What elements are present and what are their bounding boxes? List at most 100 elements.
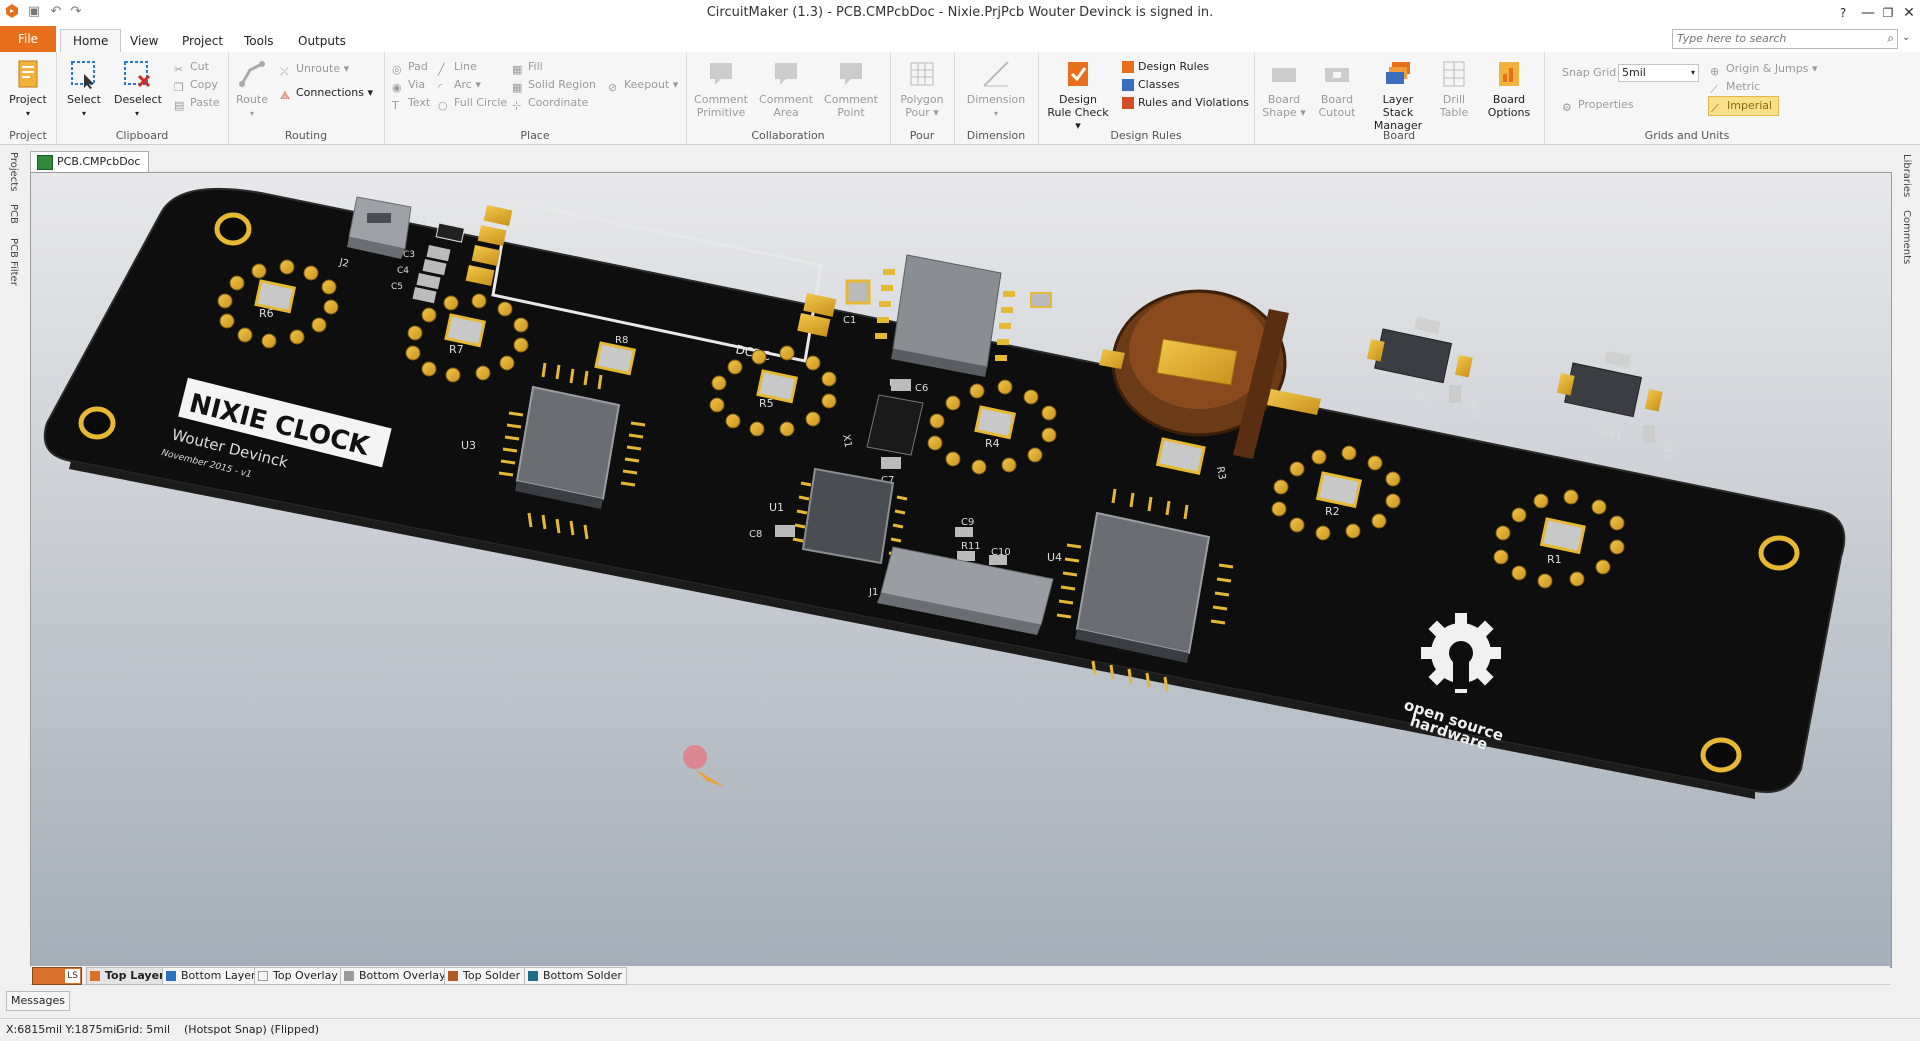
layer-tab-bottom-solder[interactable]: Bottom Solder — [524, 967, 627, 985]
resistor-r7[interactable] — [444, 313, 487, 348]
comment-area-icon — [770, 58, 802, 90]
layer-tab-bottom-overlay[interactable]: Bottom Overlay — [340, 967, 451, 985]
layer-tab-label: Bottom Solder — [543, 969, 622, 982]
capacitor-c7[interactable] — [881, 457, 901, 469]
close-button[interactable]: ✕ — [1898, 0, 1920, 26]
layer-tab-top-layer[interactable]: Top Layer — [86, 967, 170, 985]
group-design-rules: Design Rule Check ▾ Design Rules Classes… — [1038, 52, 1255, 144]
document-tab[interactable]: PCB.CMPcbDoc — [30, 151, 150, 172]
resistor-r12[interactable] — [1643, 425, 1655, 443]
tab-home[interactable]: Home — [60, 29, 122, 52]
board-shape-button[interactable]: Board Shape ▾ — [1260, 58, 1308, 119]
resistor-r11[interactable] — [957, 551, 975, 561]
paste-button[interactable]: ▤ Paste — [174, 94, 220, 112]
metric-button[interactable]: ⟋ Metric — [1710, 78, 1760, 96]
help-icon[interactable]: ? — [1828, 0, 1858, 26]
designator-r8: R8 — [615, 335, 628, 346]
comment-area-button[interactable]: Comment Area — [758, 58, 814, 119]
design-rules-button[interactable]: Design Rules — [1122, 58, 1209, 76]
tab-tools[interactable]: Tools — [232, 30, 286, 52]
status-coordinates: X:6815mil Y:1875mil — [6, 1023, 120, 1036]
via-button[interactable]: ◉ Via — [392, 76, 425, 94]
restore-button[interactable]: ❐ — [1878, 0, 1898, 26]
properties-button[interactable]: ⚙ Properties — [1562, 96, 1634, 114]
dimension-button[interactable]: Dimension ▾ — [964, 58, 1028, 120]
line-button[interactable]: ╱ Line — [438, 58, 477, 76]
pcb-3d-render[interactable]: J2 C2 C3 C4 C5 DCDC C1 — [31, 173, 1891, 967]
pcb-3d-viewport[interactable]: J2 C2 C3 C4 C5 DCDC C1 — [30, 172, 1892, 968]
layer-stack-icon — [1382, 58, 1414, 90]
search-input[interactable] — [1673, 30, 1877, 46]
current-layer-swatch[interactable]: LS — [32, 967, 82, 985]
polygon-pour-button[interactable]: Polygon Pour ▾ — [896, 58, 948, 119]
route-button[interactable]: Route ▾ — [232, 58, 272, 120]
origin-jumps-button[interactable]: ⊕ Origin & Jumps ▾ — [1710, 60, 1818, 78]
group-label-project: Project — [9, 129, 47, 142]
drill-table-button[interactable]: Drill Table — [1434, 58, 1474, 119]
board-options-button[interactable]: Board Options — [1480, 58, 1538, 119]
minimize-button[interactable]: — — [1858, 0, 1878, 26]
drc-label: Design Rule Check — [1047, 93, 1109, 119]
project-button[interactable]: Project ▾ — [4, 58, 52, 120]
copy-button[interactable]: ❐ Copy — [174, 76, 218, 94]
design-rule-check-button[interactable]: Design Rule Check ▾ — [1046, 58, 1110, 132]
comment-primitive-button[interactable]: Comment Primitive — [692, 58, 750, 119]
tab-outputs[interactable]: Outputs — [286, 30, 358, 52]
resistor-r8[interactable] — [594, 341, 637, 376]
classes-button[interactable]: Classes — [1122, 76, 1179, 94]
resistor-r13[interactable] — [1449, 385, 1461, 403]
resistor-r9[interactable] — [1030, 292, 1052, 308]
solid-region-button[interactable]: ▦ Solid Region — [512, 76, 596, 94]
layer-tab-bottom-layer[interactable]: Bottom Layer — [162, 967, 261, 985]
capacitor-c1[interactable] — [845, 279, 871, 305]
rules-icon — [1122, 61, 1134, 73]
resistor-r4[interactable] — [974, 405, 1017, 440]
capacitor-c9[interactable] — [955, 527, 973, 537]
capacitor-c8[interactable] — [775, 525, 795, 537]
designator-r5: R5 — [759, 397, 774, 410]
rules-violations-button[interactable]: Rules and Violations — [1122, 94, 1249, 112]
panel-tab-pcb[interactable]: PCB — [8, 204, 19, 224]
panel-tab-libraries[interactable]: Libraries — [1901, 154, 1912, 197]
keepout-button[interactable]: ⊘ Keepout ▾ — [608, 76, 678, 94]
panel-tab-projects[interactable]: Projects — [8, 152, 19, 191]
panel-tab-comments[interactable]: Comments — [1901, 210, 1912, 264]
fill-button[interactable]: ▦ Fill — [512, 58, 543, 76]
comment-point-button[interactable]: Comment Point — [822, 58, 880, 119]
pad-button[interactable]: ◎ Pad — [392, 58, 428, 76]
layer-tab-top-overlay[interactable]: Top Overlay — [254, 967, 343, 985]
unroute-button[interactable]: ⤫ Unroute ▾ — [280, 60, 349, 78]
connections-button[interactable]: ⟁ Connections ▾ — [280, 84, 373, 102]
designator-u4: U4 — [1047, 551, 1062, 564]
designator-c1: C1 — [843, 315, 856, 326]
designator-r2: R2 — [1325, 505, 1340, 518]
capacitor-c6[interactable] — [891, 379, 911, 391]
panel-tab-pcb-filter[interactable]: PCB Filter — [8, 238, 19, 286]
layer-swatch — [528, 971, 538, 981]
imperial-button[interactable]: ⟋ Imperial — [1708, 96, 1780, 116]
file-menu[interactable]: File — [0, 26, 56, 52]
cut-button[interactable]: ✂ Cut — [174, 58, 209, 76]
layer-tab-top-solder[interactable]: Top Solder — [444, 967, 526, 985]
snap-grid-select[interactable]: 5mil ▾ — [1618, 64, 1699, 82]
full-circle-button[interactable]: ○ Full Circle — [438, 94, 507, 112]
layer-stack-manager-button[interactable]: Layer Stack Manager — [1366, 58, 1430, 132]
tab-project[interactable]: Project — [170, 30, 235, 52]
arc-button[interactable]: ◜ Arc ▾ — [438, 76, 481, 94]
search-box[interactable]: ⌕ — [1672, 29, 1898, 49]
messages-panel-tab[interactable]: Messages — [6, 991, 70, 1011]
designator-c8: C8 — [749, 529, 762, 540]
search-icon[interactable]: ⌕ — [1887, 31, 1894, 46]
ribbon-collapse-icon[interactable]: ⌄ — [1902, 32, 1910, 43]
layer-set-label[interactable]: LS — [65, 969, 80, 983]
deselect-button[interactable]: Deselect ▾ — [114, 58, 162, 120]
coordinate-button[interactable]: ⊹ Coordinate — [512, 94, 588, 112]
tab-view[interactable]: View — [118, 30, 170, 52]
board-cutout-button[interactable]: Board Cutout — [1312, 58, 1362, 119]
select-button[interactable]: Select ▾ — [64, 58, 104, 120]
unroute-icon: ⤫ — [280, 65, 289, 78]
document-tab-label: PCB.CMPcbDoc — [57, 155, 141, 168]
text-button[interactable]: T Text — [392, 94, 430, 112]
group-label-design-rules: Design Rules — [1110, 129, 1182, 142]
window-title: CircuitMaker (1.3) - PCB.CMPcbDoc - Nixi… — [706, 5, 1214, 20]
